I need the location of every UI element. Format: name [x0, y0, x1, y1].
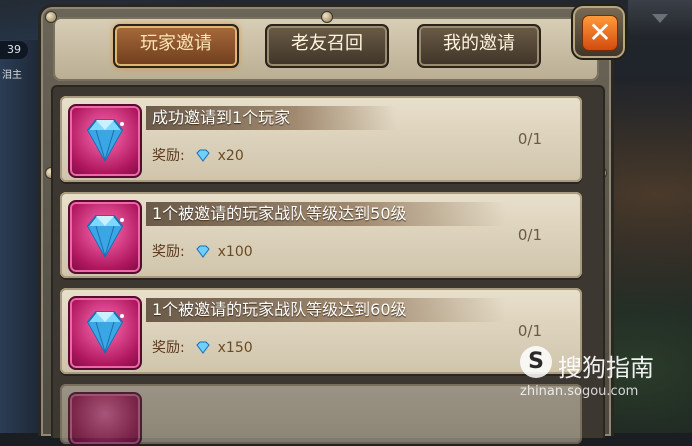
- task-row: 1个被邀请的玩家战队等级达到50级 奖励: x100 0/1: [60, 192, 582, 278]
- reward-amount: x150: [217, 340, 253, 356]
- close-button[interactable]: ✕: [571, 4, 627, 60]
- rivet-icon: [45, 11, 57, 23]
- task-progress: 0/1: [517, 322, 542, 340]
- task-title: 1个被邀请的玩家战队等级达到60级: [152, 300, 407, 319]
- tab-label: 我的邀请: [443, 33, 515, 54]
- reward-info: 奖励: x20: [152, 146, 244, 166]
- reward-label: 奖励:: [152, 244, 185, 260]
- task-row: 1个被邀请的玩家战队等级达到60级 奖励: x150 0/1: [60, 288, 582, 374]
- diamond-icon: [68, 392, 142, 446]
- background-side-text: 泪主: [2, 70, 22, 81]
- reward-amount: x20: [217, 148, 244, 164]
- reward-info: 奖励: x100: [152, 242, 253, 262]
- close-icon: ✕: [582, 15, 618, 51]
- watermark-url: zhinan.sogou.com: [520, 384, 639, 399]
- reward-label: 奖励:: [152, 340, 185, 356]
- gem-icon: [196, 245, 210, 258]
- watermark-logo: S: [520, 346, 552, 378]
- task-title: 1个被邀请的玩家战队等级达到50级: [152, 204, 407, 223]
- rivet-icon: [321, 11, 333, 23]
- tab-old-friend-recall[interactable]: 老友召回: [265, 24, 389, 68]
- tab-player-invite[interactable]: 玩家邀请: [113, 24, 239, 68]
- tab-label: 玩家邀请: [140, 33, 212, 54]
- reward-label: 奖励:: [152, 148, 185, 164]
- tab-label: 老友召回: [291, 33, 363, 54]
- task-progress: 0/1: [517, 130, 542, 148]
- watermark-text: 搜狗指南: [558, 354, 654, 382]
- gem-icon: [196, 341, 210, 354]
- task-progress: 0/1: [517, 226, 542, 244]
- reward-info: 奖励: x150: [152, 338, 253, 358]
- background-dropdown-button[interactable]: [628, 0, 692, 40]
- task-title: 成功邀请到1个玩家: [152, 108, 291, 127]
- task-row-partial: [60, 384, 582, 446]
- reward-amount: x100: [217, 244, 253, 260]
- background-level-badge: 39: [0, 41, 28, 59]
- tab-my-invites[interactable]: 我的邀请: [417, 24, 541, 68]
- diamond-icon: [68, 296, 142, 370]
- gem-icon: [196, 149, 210, 162]
- diamond-icon: [68, 104, 142, 178]
- task-row: 成功邀请到1个玩家 奖励: x20 0/1: [60, 96, 582, 182]
- diamond-icon: [68, 200, 142, 274]
